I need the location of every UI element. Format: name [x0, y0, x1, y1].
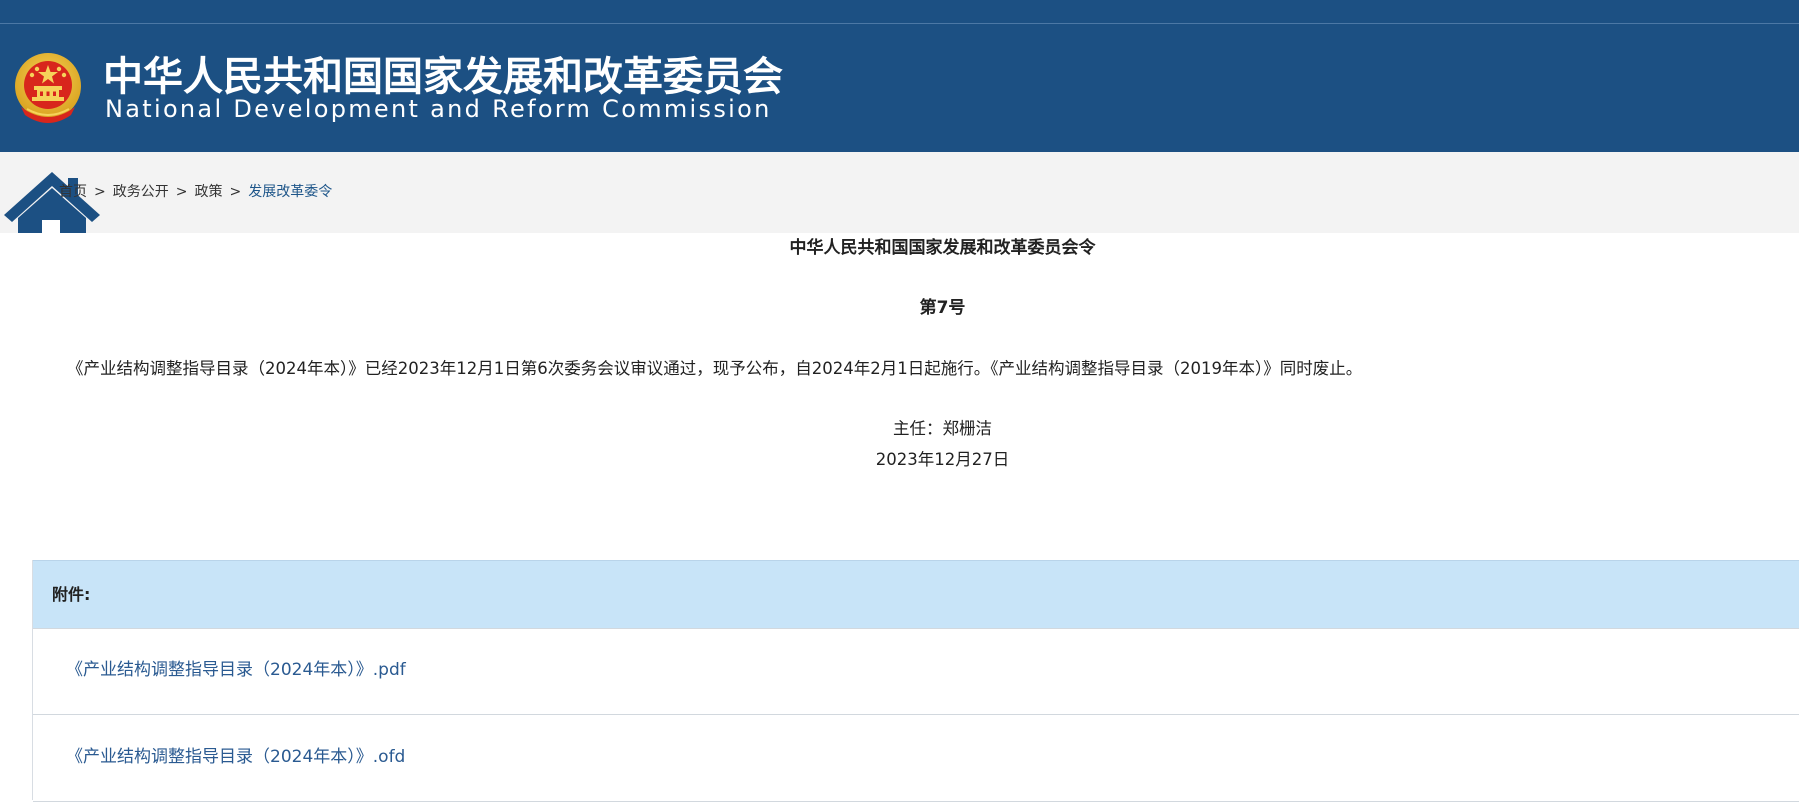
attachment-ofd-link[interactable]: 《产业结构调整指导目录（2024年本）》.ofd — [66, 745, 405, 769]
breadcrumb-gov-affairs-link[interactable]: 政务公开 — [113, 184, 169, 200]
breadcrumb-home-link[interactable]: 首页 — [59, 184, 87, 200]
breadcrumb-separator: > — [175, 184, 188, 200]
breadcrumb-current-link[interactable]: 发展改革委令 — [248, 184, 332, 200]
attachments-label: 附件: — [52, 585, 91, 604]
top-strip — [0, 0, 1799, 24]
attachment-pdf-link[interactable]: 《产业结构调整指导目录（2024年本）》.pdf — [66, 658, 406, 682]
document-number: 第7号 — [919, 298, 966, 318]
national-emblem-icon[interactable] — [13, 51, 83, 125]
attachment-row: 《产业结构调整指导目录（2024年本）》.pdf — [33, 628, 1799, 715]
document-title: 中华人民共和国国家发展和改革委员会令 — [789, 238, 1096, 258]
breadcrumb-separator: > — [94, 184, 106, 200]
document-body: 《产业结构调整指导目录（2024年本）》已经2023年12月1日第6次委务会议审… — [67, 359, 1363, 378]
document-date: 2023年12月27日 — [875, 450, 1010, 469]
site-header: 中华人民共和国国家发展和改革委员会 National Development a… — [0, 24, 1799, 152]
breadcrumb: 首页 > 政务公开 > 政策 > 发展改革委令 — [59, 182, 332, 202]
document-signature: 主任：郑栅洁 — [893, 419, 992, 438]
attachment-row: 《产业结构调整指导目录（2024年本）》.ofd — [33, 715, 1799, 802]
breadcrumb-policy-link[interactable]: 政策 — [194, 184, 222, 200]
breadcrumb-separator: > — [229, 184, 242, 200]
attachments-header: 附件: — [33, 560, 1799, 629]
attachments-panel: 附件: 《产业结构调整指导目录（2024年本）》.pdf 《产业结构调整指导目录… — [32, 560, 1799, 802]
site-title-english: National Development and Reform Commissi… — [105, 95, 772, 123]
